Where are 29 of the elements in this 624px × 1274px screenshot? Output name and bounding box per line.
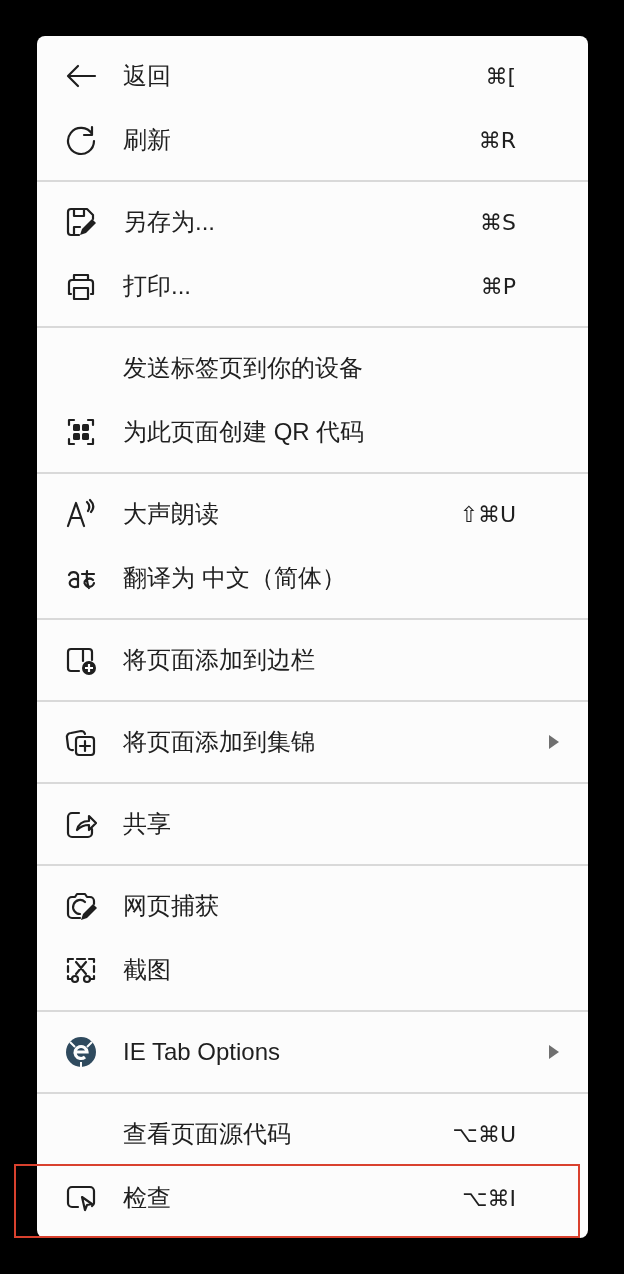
menu-item[interactable]: 为此页面创建 QR 代码 <box>37 400 588 464</box>
menu-item[interactable]: 刷新 ⌘R <box>37 108 588 172</box>
shortcut-label: ⇧⌘U <box>459 500 516 529</box>
shortcut-label: ⌥⌘U <box>452 1120 516 1149</box>
menu-item[interactable]: 大声朗读 ⇧⌘U <box>37 482 588 546</box>
menu-item[interactable]: 将页面添加到集锦 <box>37 710 588 774</box>
camera-pen-icon <box>65 890 97 922</box>
menu-item[interactable]: 截图 <box>37 938 588 1002</box>
shortcut-label: ⌥⌘I <box>462 1184 516 1213</box>
menu-item[interactable]: 打印... ⌘P <box>37 254 588 318</box>
menu-item[interactable]: 翻译为 中文（简体） <box>37 546 588 610</box>
shortcut-label: ⌘R <box>478 126 516 155</box>
shortcut-label: ⌘P <box>480 272 516 301</box>
menu-item[interactable]: 查看页面源代码 ⌥⌘U <box>37 1102 588 1166</box>
menu-item[interactable]: 返回 ⌘[ <box>37 44 588 108</box>
menu-item[interactable]: 共享 <box>37 792 588 856</box>
save-edit-icon <box>65 206 97 238</box>
menu-item[interactable]: IE Tab Options <box>37 1020 588 1084</box>
read-aloud-icon <box>65 498 97 530</box>
menu-item[interactable]: 发送标签页到你的设备 <box>37 336 588 400</box>
menu-item[interactable]: 另存为... ⌘S <box>37 190 588 254</box>
qr-code-icon <box>65 416 97 448</box>
menu-item[interactable]: 检查 ⌥⌘I <box>37 1166 588 1230</box>
menu-item[interactable]: 将页面添加到边栏 <box>37 628 588 692</box>
shortcut-label: ⌘S <box>480 208 516 237</box>
menu-item[interactable]: 网页捕获 <box>37 874 588 938</box>
e-logo-icon <box>65 1036 97 1068</box>
shortcut-label: ⌘[ <box>485 62 516 91</box>
refresh-icon <box>65 124 97 156</box>
